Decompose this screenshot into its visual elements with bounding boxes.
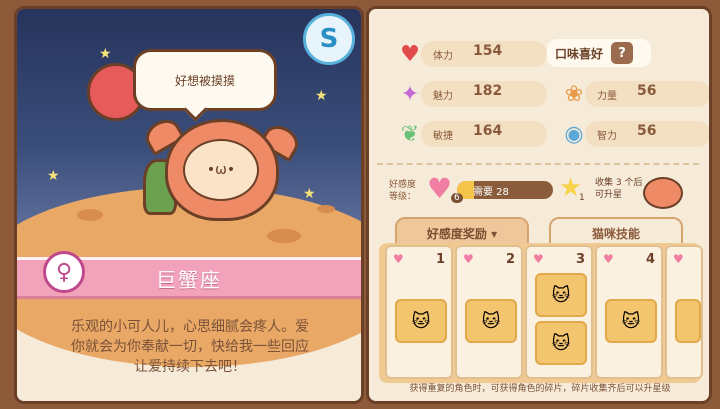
reward-column: ♥ 4 🐱: [595, 245, 663, 379]
character-card: ★ ★ ★ ★ •ω• 好想被摸摸 S 巨蟹座 ♀ 乐观的小可人儿，心思细腻会疼…: [14, 6, 364, 404]
heart-icon: ♥: [533, 252, 544, 266]
star-icon: ★: [315, 88, 328, 104]
wing-icon: ❦: [400, 121, 420, 147]
reward-level: 3: [575, 251, 585, 267]
divider: [377, 163, 699, 165]
stat-label: 体力: [433, 51, 453, 62]
heart-icon: ♥: [673, 252, 684, 266]
taste-unknown-button[interactable]: ?: [611, 42, 634, 64]
star-icon: ★: [47, 168, 60, 184]
heart-icon: ♥: [463, 252, 474, 266]
mascot-face: •ω•: [183, 139, 259, 201]
tab-label: 好感度奖励 ▾: [426, 226, 498, 241]
star-icon: ★: [99, 46, 112, 62]
attributes-panel: ♥ 体力 154 ✦ 魅力 182 ❦ 敏捷 164 ❀ 力量 56 ◉ 智力 …: [366, 6, 712, 404]
reward-slot[interactable]: 🐱: [605, 299, 657, 343]
reward-column-header: ♥ 3: [533, 251, 585, 267]
reward-column: ♥ 3 🐱 🐱: [525, 245, 593, 379]
sparkle-icon: ✦: [400, 81, 420, 107]
reward-level: 1: [435, 251, 445, 267]
reward-level: 2: [505, 251, 515, 267]
reward-slot[interactable]: 🐱: [535, 321, 587, 365]
stat-value: 56: [637, 123, 657, 139]
stat-value: 164: [473, 123, 503, 139]
stat-stamina: ♥ 体力 154: [395, 39, 547, 69]
crater: [267, 229, 301, 243]
reward-column: ♥ 1 🐱: [385, 245, 453, 379]
reward-slot[interactable]: 🐱: [535, 273, 587, 317]
taste-preference[interactable]: 口味喜好 ?: [547, 39, 651, 67]
character-name: 巨蟹座: [156, 267, 222, 292]
reward-column-header: ♥ 4: [603, 251, 655, 267]
female-gender-icon: ♀: [43, 251, 85, 293]
reward-level: 4: [645, 251, 655, 267]
collect-count: 1: [579, 193, 585, 203]
affinity-level: 6: [451, 193, 463, 203]
stat-charm: ✦ 魅力 182: [395, 79, 547, 109]
lightbulb-icon: ◉: [564, 121, 584, 147]
speech-text: 好想被摸摸: [174, 73, 235, 88]
tab-label: 猫咪技能: [591, 226, 640, 241]
footer-note: 获得重复的角色时，可获得角色的碎片，碎片收集齐后可以升星级: [409, 384, 671, 394]
stat-intelligence: ◉ 智力 56: [559, 119, 709, 149]
reward-column-header: ♥: [673, 251, 697, 267]
reward-slot[interactable]: [675, 299, 701, 343]
rank-badge: S: [303, 13, 355, 65]
star-icon: ★: [303, 186, 316, 202]
affinity-label: 好感度等级：: [389, 180, 417, 202]
reward-column-header: ♥ 1: [393, 251, 445, 267]
heart-icon: ♥: [603, 252, 614, 266]
stat-strength: ❀ 力量 56: [559, 79, 709, 109]
crater: [77, 209, 103, 221]
speech-bubble: 好想被摸摸: [133, 49, 277, 111]
reward-column: ♥ 2 🐱: [455, 245, 523, 379]
stat-label: 敏捷: [433, 131, 453, 142]
stat-agility: ❦ 敏捷 164: [395, 119, 547, 149]
collect-hint: 收集 3 个后可升星: [595, 178, 643, 200]
stat-label: 魅力: [433, 91, 453, 102]
stat-label: 智力: [597, 131, 617, 142]
reward-slot[interactable]: 🐱: [465, 299, 517, 343]
heart-icon: ♥: [393, 252, 404, 266]
reward-column-header: ♥ 2: [463, 251, 515, 267]
rank-letter: S: [319, 24, 339, 54]
description-line: 乐观的小可人儿，心思细腻会疼人。爱: [71, 319, 309, 335]
paw-icon: ❀: [564, 81, 584, 107]
description-line: 你就会为你奉献一切，快给我一些回应: [71, 339, 309, 355]
taste-label: 口味喜好: [555, 46, 604, 61]
reward-slot[interactable]: 🐱: [395, 299, 447, 343]
description-line: 让爱持续下去吧！: [134, 359, 246, 375]
stat-value: 154: [473, 43, 503, 59]
character-description: 乐观的小可人儿，心思细腻会疼人。爱 你就会为你奉献一切，快给我一些回应 让爱持续…: [41, 317, 339, 377]
affinity-need-text: 需要 28: [473, 187, 509, 198]
crater: [317, 205, 335, 213]
reward-column-partial: ♥: [665, 245, 703, 379]
heart-icon: ♥: [400, 41, 420, 67]
crab-avatar-icon: [643, 177, 683, 209]
stat-label: 力量: [597, 91, 617, 102]
stat-value: 56: [637, 83, 657, 99]
affinity-heart-icon: ♥: [427, 172, 453, 205]
stat-value: 182: [473, 83, 503, 99]
